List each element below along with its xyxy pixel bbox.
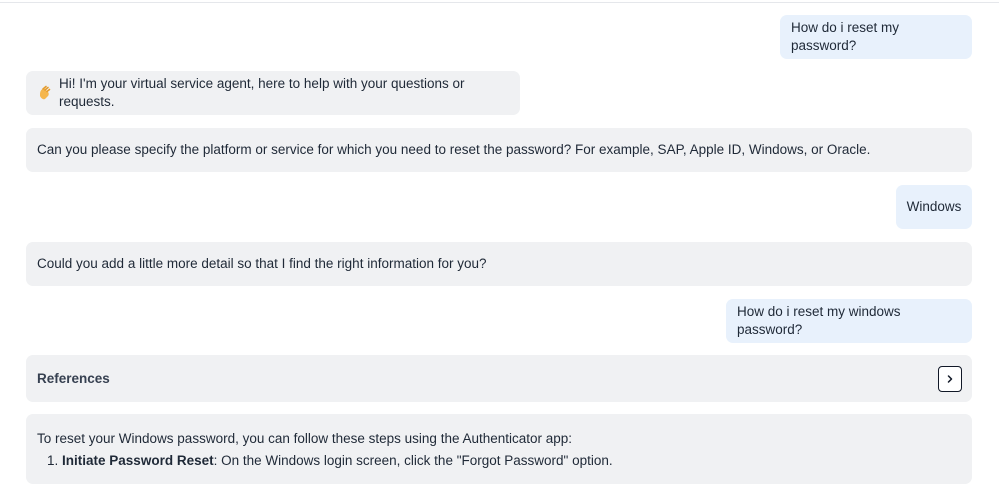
waving-hand-icon — [37, 85, 53, 101]
bot-answer: To reset your Windows password, you can … — [26, 414, 972, 484]
bot-message-text: Can you please specify the platform or s… — [37, 142, 871, 157]
references-label: References — [37, 371, 110, 386]
step-number: 1. — [47, 453, 59, 468]
step-title: Initiate Password Reset — [62, 453, 214, 468]
user-message-text: Windows — [906, 199, 962, 214]
bot-message: Could you add a little more detail so th… — [26, 242, 972, 286]
step-text: : On the Windows login screen, click the… — [213, 453, 613, 468]
bot-message: Can you please specify the platform or s… — [26, 128, 972, 172]
answer-step: 1. Initiate Password Reset: On the Windo… — [47, 450, 961, 472]
user-message-text: How do i reset my windows password? — [737, 304, 901, 337]
user-message: Windows — [896, 185, 972, 229]
chevron-right-icon — [947, 374, 953, 383]
answer-intro: To reset your Windows password, you can … — [37, 431, 573, 446]
answer-steps: 1. Initiate Password Reset: On the Windo… — [37, 450, 961, 472]
bot-message: Hi! I'm your virtual service agent, here… — [26, 71, 520, 115]
user-message: How do i reset my windows password? — [726, 299, 972, 343]
user-message-text: How do i reset my password? — [791, 20, 900, 53]
references-expand-button[interactable] — [938, 365, 962, 392]
bot-message-text: Could you add a little more detail so th… — [37, 256, 487, 271]
references-panel[interactable]: References — [26, 355, 972, 402]
chat-transcript: How do i reset my password? Hi! I'm your… — [0, 0, 999, 484]
user-message: How do i reset my password? — [780, 15, 972, 59]
bot-message-text: Hi! I'm your virtual service agent, here… — [59, 76, 465, 109]
